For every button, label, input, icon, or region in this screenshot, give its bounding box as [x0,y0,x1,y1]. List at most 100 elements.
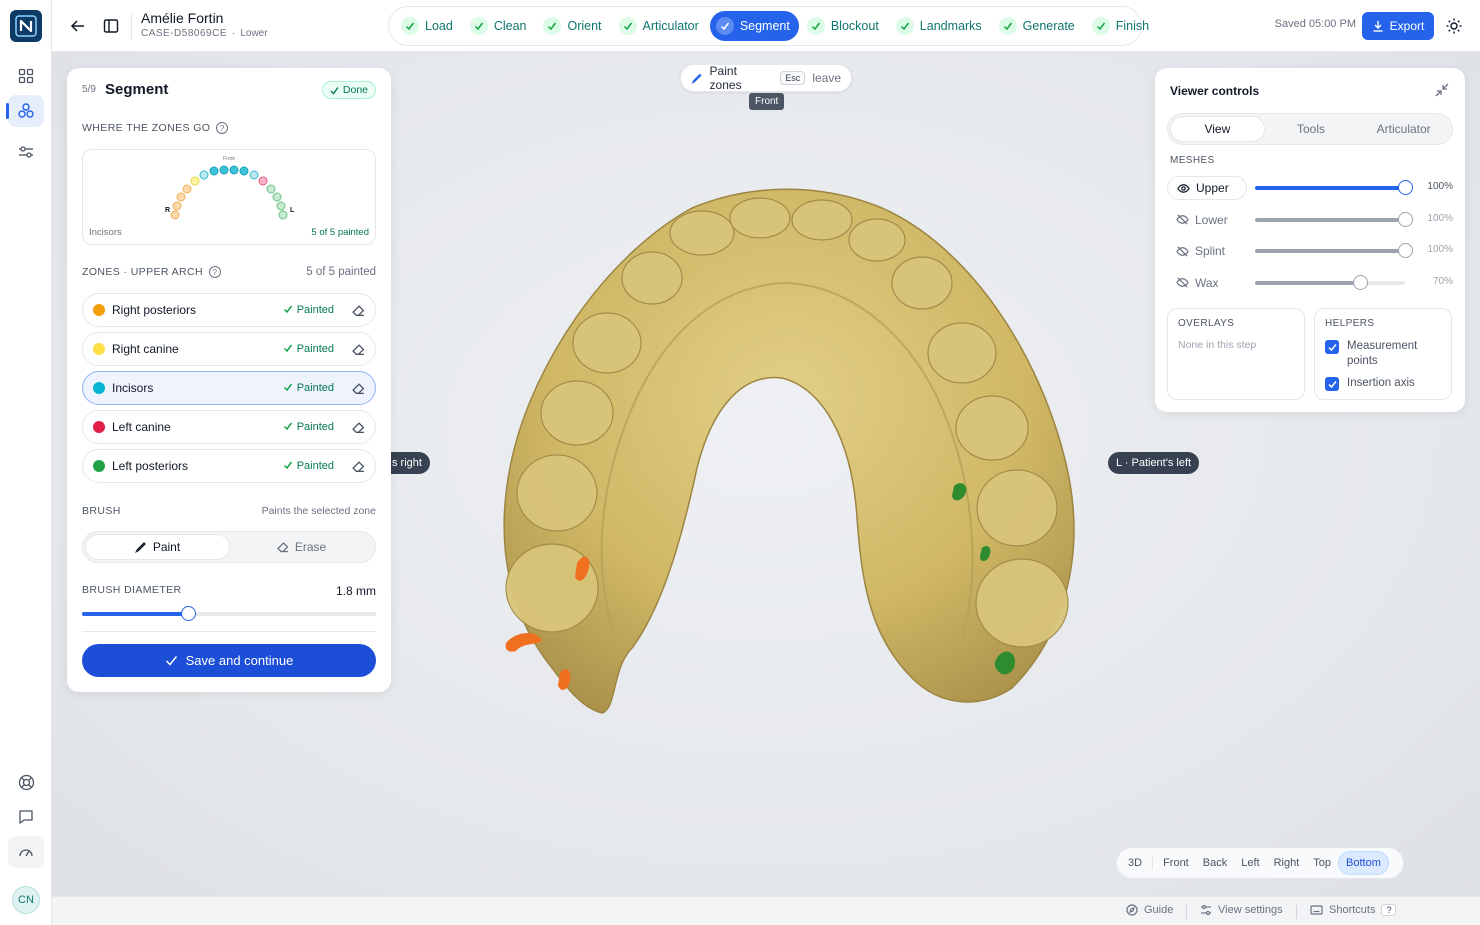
status-badge-label: Done [342,84,368,96]
view-top-button[interactable]: Top [1306,851,1338,875]
step-clean[interactable]: Clean [464,11,536,41]
checkbox-checked-icon [1325,340,1339,354]
divider [1152,856,1154,870]
step-generate[interactable]: Generate [993,11,1084,41]
erase-mode-button[interactable]: Erase [230,534,373,560]
insertion-axis-checkbox[interactable]: Insertion axis [1325,376,1415,391]
mesh-opacity-slider[interactable] [1255,180,1413,195]
step-landmarks[interactable]: Landmarks [890,11,991,41]
brush-mode-toggle: Paint Erase [82,531,376,563]
zone-row[interactable]: Left posteriors Painted [82,449,376,483]
case-id: CASE-D58069CE [141,28,227,39]
collapse-icon[interactable] [1435,83,1451,99]
view-left-button[interactable]: Left [1234,851,1266,875]
slider-handle[interactable] [180,606,196,621]
slider-handle[interactable] [1398,211,1413,227]
zone-row[interactable]: Left canine Painted [82,410,376,444]
mesh-opacity-slider[interactable] [1255,243,1413,258]
view-settings-button[interactable]: View settings [1200,904,1283,916]
left-rail: CN [0,0,52,925]
eraser-icon[interactable] [352,382,365,395]
slider-handle[interactable] [1353,274,1368,290]
paint-mode-button[interactable]: Paint [85,534,230,560]
user-avatar[interactable]: CN [12,886,40,914]
measurement-points-checkbox[interactable]: Measurement points [1325,339,1437,369]
eraser-icon[interactable] [352,304,365,317]
sidebar-toggle-icon[interactable] [99,14,123,38]
segment-panel: 5/9 Segment Done WHERE THE ZONES GO ? Fr… [67,68,391,692]
eye-icon [1177,182,1190,195]
chat-icon[interactable] [8,801,44,833]
slider-handle[interactable] [1398,243,1413,258]
save-and-continue-button[interactable]: Save and continue [82,644,376,677]
step-orient[interactable]: Orient [537,11,610,41]
check-icon [401,17,419,35]
mesh-toggle-wax[interactable]: Wax [1167,271,1247,295]
mesh-toggle-splint[interactable]: Splint [1167,239,1247,263]
zone-status-label: Painted [296,382,334,394]
shortcuts-button[interactable]: Shortcuts ? [1310,904,1397,916]
zone-color-dot [93,343,105,355]
step-articulator[interactable]: Articulator [613,11,708,41]
mesh-toggle-upper[interactable]: Upper [1167,176,1247,200]
mesh-opacity-value: 100% [1427,244,1453,255]
eraser-icon[interactable] [352,421,365,434]
zone-color-dot [93,421,105,433]
zone-map[interactable]: Front R L Incisors 5 of 5 painted [82,149,376,245]
view-bottom-button[interactable]: Bottom [1338,851,1389,875]
slider-fill [82,612,188,616]
tab-tools[interactable]: Tools [1265,116,1358,142]
dashboard-icon[interactable] [8,60,44,92]
divider [1186,905,1187,919]
brush-icon [134,542,146,553]
cases-icon[interactable] [6,95,44,127]
mesh-opacity-slider[interactable] [1255,211,1413,227]
mesh-name: Splint [1195,244,1226,258]
app-logo[interactable] [10,10,42,42]
step-blockout[interactable]: Blockout [801,11,888,41]
settings-sliders-icon[interactable] [8,136,44,168]
theme-sun-icon[interactable] [1442,14,1466,38]
zone-row[interactable]: Incisors Painted [82,371,376,405]
step-segment[interactable]: Segment [709,11,799,41]
performance-gauge-icon[interactable] [8,836,44,868]
zone-row[interactable]: Right canine Painted [82,332,376,366]
view-right-button[interactable]: Right [1267,851,1307,875]
mesh-opacity-slider[interactable] [1255,274,1405,290]
orientation-front-tag: Front [749,93,785,110]
zone-row[interactable]: Right posteriors Painted [82,293,376,327]
mesh-name: Upper [1196,181,1229,195]
view-front-button[interactable]: Front [1156,851,1196,875]
step-finish[interactable]: Finish [1086,11,1158,41]
guide-button[interactable]: Guide [1126,904,1173,916]
tab-view[interactable]: View [1170,116,1265,142]
step-load[interactable]: Load [395,11,462,41]
back-arrow-icon[interactable] [66,14,90,38]
eraser-icon[interactable] [352,460,365,473]
helpers-heading: HELPERS [1325,318,1375,329]
dental-arch-model[interactable] [492,188,1082,723]
paint-zones-label: Paint zones [709,64,742,92]
slider-handle[interactable] [1398,180,1413,195]
mesh-opacity-value: 100% [1427,181,1453,192]
view-back-button[interactable]: Back [1196,851,1234,875]
eraser-icon[interactable] [352,343,365,356]
support-icon[interactable] [8,766,44,798]
check-icon [618,17,637,35]
compass-icon [1126,904,1138,916]
paint-zones-indicator[interactable]: Paint zones Esc leave [680,64,852,92]
zone-status-label: Painted [296,421,334,433]
tab-articulator[interactable]: Articulator [1357,116,1450,142]
sliders-icon [1201,904,1211,916]
check-icon [283,382,293,395]
view-3d-button[interactable]: 3D [1121,851,1149,875]
export-button[interactable]: Export [1362,12,1434,40]
check-icon [715,17,734,35]
help-icon[interactable]: ? [208,266,221,278]
brush-heading: BRUSH [82,505,121,517]
zone-name: Right posteriors [112,303,197,317]
bottom-bar: Guide View settings Shortcuts ? [52,896,1480,925]
help-icon[interactable]: ? [216,122,229,134]
mesh-toggle-lower[interactable]: Lower [1167,208,1247,232]
brush-diameter-slider[interactable] [82,606,376,621]
